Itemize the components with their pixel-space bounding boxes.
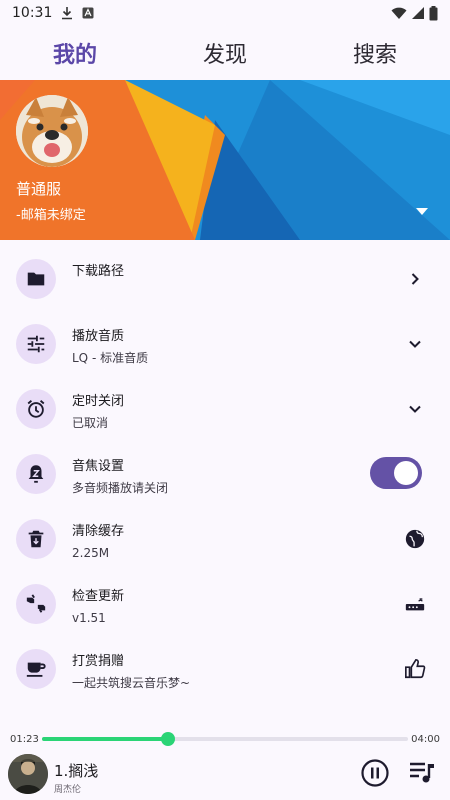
- total-time: 04:00: [411, 734, 440, 745]
- tune-icon: [16, 324, 56, 364]
- row-title: 播放音质: [72, 329, 125, 344]
- settings-row-clear-cache[interactable]: 清除缓存 2.25M: [0, 508, 450, 573]
- row-subtitle: v1.51: [72, 611, 106, 625]
- row-title: 音焦设置: [72, 459, 125, 474]
- thumb-up-icon[interactable]: [404, 658, 426, 680]
- chevron-down-icon[interactable]: [404, 333, 426, 355]
- playlist-button[interactable]: [408, 760, 436, 786]
- settings-row-audio-focus[interactable]: 音焦设置 多音频播放请关闭: [0, 443, 450, 508]
- row-subtitle: LQ - 标准音质: [72, 351, 149, 365]
- dropdown-arrow-icon[interactable]: [416, 208, 428, 215]
- chevron-down-icon[interactable]: [404, 398, 426, 420]
- tab-mine[interactable]: 我的: [0, 26, 150, 80]
- tab-bar: 我的 发现 搜索: [0, 26, 450, 80]
- notification-z-icon: [16, 454, 56, 494]
- globe-icon[interactable]: [404, 528, 426, 550]
- thumbs-up-down-icon: [16, 584, 56, 624]
- wifi-icon: [391, 7, 407, 20]
- row-subtitle: 一起共筑搜云音乐梦~: [72, 676, 191, 690]
- settings-row-audio-quality[interactable]: 播放音质 LQ - 标准音质: [0, 313, 450, 378]
- battery-icon: [429, 5, 438, 20]
- profile-email: -邮箱未绑定: [16, 208, 86, 223]
- row-title: 打赏捐赠: [72, 654, 125, 669]
- tab-search[interactable]: 搜索: [300, 26, 450, 80]
- app-notification-icon: [82, 7, 94, 19]
- profile-banner[interactable]: 普通服 -邮箱未绑定: [0, 80, 450, 240]
- mini-player: 01:23 04:00 1.搁浅 周杰伦: [0, 728, 450, 800]
- status-time: 10:31: [12, 5, 53, 21]
- status-bar: 10:31: [0, 0, 450, 26]
- song-title[interactable]: 1.搁浅: [54, 760, 98, 781]
- row-title: 清除缓存: [72, 524, 125, 539]
- pause-button[interactable]: [360, 758, 390, 788]
- current-time: 01:23: [10, 734, 39, 745]
- folder-icon: [16, 259, 56, 299]
- delete-icon: [16, 519, 56, 559]
- download-icon: [62, 7, 73, 20]
- settings-row-donate[interactable]: 打赏捐赠 一起共筑搜云音乐梦~: [0, 638, 450, 703]
- row-title: 定时关闭: [72, 394, 125, 409]
- shiba-dog-image: [16, 95, 88, 167]
- settings-list: 下载路径 播放音质 LQ - 标准音质 定时关闭 已取消 音焦设置 多音频播放请…: [0, 248, 450, 703]
- row-subtitle: 已取消: [72, 416, 109, 430]
- progress-thumb[interactable]: [161, 732, 176, 746]
- progress-fill: [42, 737, 169, 741]
- album-art[interactable]: [8, 754, 48, 794]
- pause-icon: [361, 759, 389, 787]
- settings-row-download-path[interactable]: 下载路径: [0, 248, 450, 313]
- toggle-knob: [394, 461, 418, 485]
- alarm-icon: [16, 389, 56, 429]
- row-title: 检查更新: [72, 589, 125, 604]
- queue-music-icon: [410, 762, 434, 783]
- audio-focus-toggle[interactable]: [370, 457, 422, 489]
- router-icon[interactable]: [404, 593, 426, 615]
- chevron-right-icon[interactable]: [404, 268, 426, 290]
- album-cover-image: [8, 754, 48, 794]
- profile-name: 普通服: [16, 180, 62, 198]
- row-title: 下载路径: [72, 264, 125, 279]
- profile-avatar[interactable]: [16, 95, 88, 167]
- settings-row-sleep-timer[interactable]: 定时关闭 已取消: [0, 378, 450, 443]
- coffee-cup-icon: [16, 649, 56, 689]
- tab-discover[interactable]: 发现: [150, 26, 300, 80]
- song-artist: 周杰伦: [54, 785, 82, 795]
- row-subtitle: 2.25M: [72, 546, 110, 560]
- progress-slider[interactable]: [42, 732, 408, 746]
- signal-icon: [412, 7, 424, 19]
- settings-row-check-update[interactable]: 检查更新 v1.51: [0, 573, 450, 638]
- row-subtitle: 多音频播放请关闭: [72, 481, 169, 495]
